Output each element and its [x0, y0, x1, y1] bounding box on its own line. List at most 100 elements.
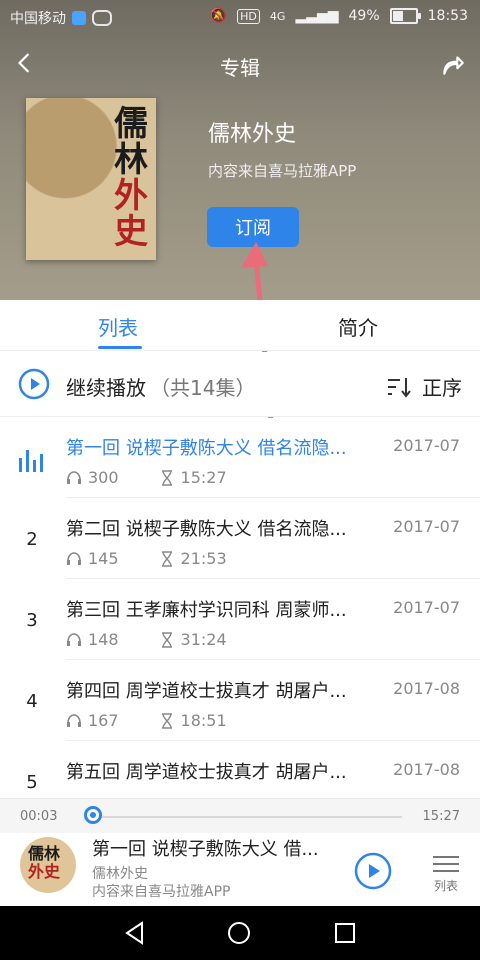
play-count: 148 — [66, 630, 119, 649]
episode-date: 2017-07 — [393, 598, 460, 617]
episode-index: 3 — [26, 610, 38, 631]
nav-recent-icon[interactable] — [332, 920, 358, 946]
episode-title[interactable]: 第五回 周学道校士拔真才 胡屠户... — [66, 758, 376, 784]
tab-list[interactable]: 列表 — [98, 312, 138, 341]
order-toggle[interactable]: 正序 — [386, 372, 462, 401]
album-name: 儒林外史 — [208, 122, 297, 147]
continue-play-button[interactable]: 继续播放 （共14集） — [66, 372, 255, 401]
episode-index: 2 — [26, 529, 38, 550]
divider — [66, 659, 480, 660]
continue-label: 继续播放 — [66, 376, 146, 400]
episode-duration: 31:24 — [159, 630, 227, 649]
episode-title[interactable]: 第二回 说楔子敷陈大义 借名流隐... — [66, 515, 376, 541]
episode-item[interactable]: 5 第五回 周学道校士拔真才 胡屠户... 2017-08 — [0, 742, 480, 798]
top-bar: 专辑 — [0, 34, 480, 98]
episode-meta: 145 21:53 — [66, 549, 227, 568]
hourglass-icon — [161, 712, 172, 729]
episode-count: （共14集） — [150, 376, 256, 400]
episode-index: 5 — [26, 772, 38, 793]
tab-underline — [98, 346, 142, 349]
play-count: 167 — [66, 711, 119, 730]
nav-back-icon[interactable] — [122, 920, 148, 946]
episode-meta: 167 18:51 — [66, 711, 227, 730]
now-playing-title[interactable]: 第一回 说楔子敷陈大义 借... — [92, 835, 332, 861]
episode-date: 2017-07 — [393, 517, 460, 536]
time-label: 18:53 — [427, 8, 468, 24]
tab-intro[interactable]: 简介 — [338, 312, 378, 341]
playlist-button[interactable]: 列表 — [432, 851, 460, 894]
android-nav-bar — [0, 906, 480, 960]
episode-date: 2017-08 — [393, 679, 460, 698]
list-icon — [432, 856, 460, 872]
album-source: 内容来自喜马拉雅APP — [208, 162, 357, 180]
episode-list: 第一回 说楔子敷陈大义 借名流隐... 2017-07 300 15:27 2 … — [0, 418, 480, 798]
battery-level — [392, 11, 404, 21]
mini-player: 00:03 15:27 儒林 外史 第一回 说楔子敷陈大义 借... 儒林外史 … — [0, 798, 480, 907]
progress-bar[interactable]: 00:03 15:27 — [0, 799, 480, 833]
episode-duration: 21:53 — [159, 549, 227, 568]
status-right: 🔕 HD 4G ▂▃▅▆ 49% 18:53 — [210, 8, 468, 24]
now-playing-source: 内容来自喜马拉雅APP — [92, 884, 231, 900]
order-icon — [388, 377, 411, 398]
wechat-icon — [92, 10, 112, 26]
progress-track[interactable] — [92, 816, 402, 818]
order-label: 正序 — [422, 376, 462, 400]
divider — [66, 578, 480, 579]
signal-icon: ▂▃▅▆ — [295, 8, 339, 24]
episode-duration: 18:51 — [159, 711, 227, 730]
play-count: 300 — [66, 468, 119, 487]
episode-date: 2017-07 — [393, 436, 460, 455]
continue-bar: 继续播放 （共14集） 正序 — [0, 352, 480, 417]
album-cover[interactable]: 儒 林 外 史 — [26, 98, 156, 260]
signal-label: 4G — [269, 9, 286, 23]
mini-cover-title: 儒林 外史 — [28, 844, 61, 881]
episode-item[interactable]: 3 第三回 王孝廉村学识同科 周蒙师... 2017-07 148 31:24 — [0, 580, 480, 660]
headphone-icon — [67, 470, 81, 484]
mute-icon: 🔕 — [209, 8, 228, 24]
episode-index: 4 — [26, 691, 38, 712]
episode-item[interactable]: 4 第四回 周学道校士拔真才 胡屠户... 2017-08 167 18:51 — [0, 661, 480, 741]
total-time: 15:27 — [422, 809, 460, 824]
headphone-icon — [67, 632, 81, 646]
episode-title[interactable]: 第三回 王孝廉村学识同科 周蒙师... — [66, 596, 376, 622]
divider — [66, 740, 480, 741]
play-circle-icon[interactable] — [18, 368, 50, 400]
mini-cover[interactable]: 儒林 外史 — [20, 837, 76, 893]
security-icon — [72, 11, 86, 25]
episode-title[interactable]: 第一回 说楔子敷陈大义 借名流隐... — [66, 434, 376, 460]
subscribe-button[interactable]: 订阅 — [207, 207, 299, 247]
elapsed-time: 00:03 — [20, 809, 58, 824]
album-meta: 儒林外史 内容来自喜马拉雅APP — [208, 116, 356, 181]
playlist-label: 列表 — [433, 879, 458, 893]
episode-item[interactable]: 2 第二回 说楔子敷陈大义 借名流隐... 2017-07 145 21:53 — [0, 499, 480, 579]
episode-title[interactable]: 第四回 周学道校士拔真才 胡屠户... — [66, 677, 376, 703]
hourglass-icon — [161, 631, 172, 648]
album-header: 中国移动 🔕 HD 4G ▂▃▅▆ 49% 18:53 专辑 儒 林 外 史 儒… — [0, 0, 480, 300]
status-left: 中国移动 — [10, 8, 112, 28]
progress-knob[interactable] — [83, 806, 102, 824]
nav-home-icon[interactable] — [226, 920, 252, 946]
page-title: 专辑 — [220, 56, 260, 80]
play-count: 145 — [66, 549, 119, 568]
share-icon[interactable] — [440, 52, 466, 78]
battery-percent: 49% — [348, 8, 380, 24]
carrier-label: 中国移动 — [10, 11, 66, 27]
player-play-icon[interactable] — [354, 852, 392, 890]
episode-date: 2017-08 — [393, 760, 460, 779]
hourglass-icon — [161, 469, 172, 486]
tab-bar: 列表 简介 — [0, 300, 480, 351]
equalizer-icon — [19, 450, 43, 472]
hd-badge: HD — [237, 8, 260, 24]
episode-item[interactable]: 第一回 说楔子敷陈大义 借名流隐... 2017-07 300 15:27 — [0, 418, 480, 498]
divider — [66, 497, 480, 498]
episode-meta: 148 31:24 — [66, 630, 227, 649]
cover-title: 儒 林 外 史 — [114, 104, 150, 252]
now-playing-album: 儒林外史 — [92, 866, 148, 882]
status-bar: 中国移动 🔕 HD 4G ▂▃▅▆ 49% 18:53 — [0, 0, 480, 34]
battery-icon — [389, 8, 421, 24]
episode-duration: 15:27 — [159, 468, 227, 487]
hourglass-icon — [161, 550, 172, 567]
headphone-icon — [67, 713, 81, 727]
headphone-icon — [67, 551, 81, 565]
episode-meta: 300 15:27 — [66, 468, 227, 487]
